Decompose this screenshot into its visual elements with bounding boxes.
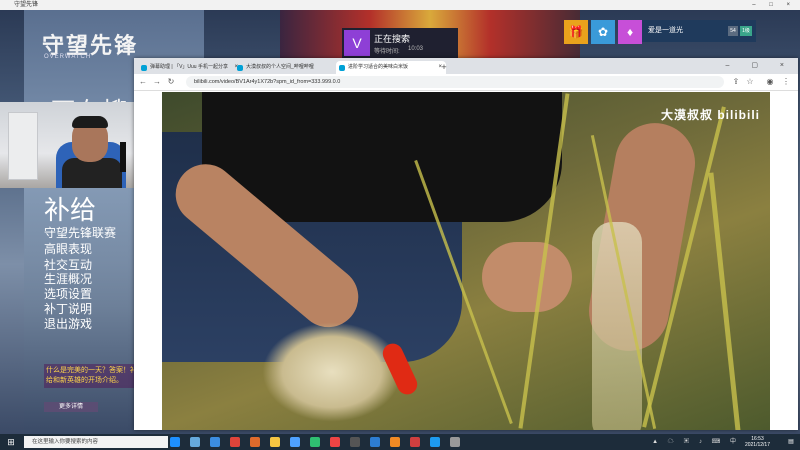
- bilibili-watermark: 大漠叔叔 bilibili: [661, 108, 760, 122]
- tab-label: 进阶学习适合的美味白米饭: [348, 64, 409, 70]
- matchmaking-wait-label: 等待时间:: [374, 49, 400, 55]
- stream-window-titlebar: 守望先锋 – □ ×: [0, 0, 800, 10]
- bookmark-star-icon[interactable]: ☆: [744, 76, 756, 88]
- taskbar-app-icon[interactable]: [370, 437, 380, 447]
- taskbar-app-icon[interactable]: [170, 437, 180, 447]
- taskbar: ⊞ 在这里输入你要搜索的内容 ▲ ☁ ▣ ♪ ⌨ 中 16:53 2021/12…: [0, 434, 800, 450]
- promo-text: 什么是完美的一天？答案！补给和新英雄的开场介绍。: [44, 364, 140, 388]
- party-rank-badge: 1级: [740, 26, 752, 36]
- taskbar-app-icon[interactable]: [270, 437, 280, 447]
- notification-icon[interactable]: ▤: [786, 437, 796, 447]
- taskbar-app-icon[interactable]: [390, 437, 400, 447]
- new-tab-button[interactable]: +: [438, 61, 450, 73]
- taskbar-app-icon[interactable]: [210, 437, 220, 447]
- address-bar[interactable]: bilibili.com/video/BV1Ar4y1X72b?spm_id_f…: [186, 76, 724, 88]
- browser-toolbar: ← → ↻ bilibili.com/video/BV1Ar4y1X72b?sp…: [134, 74, 798, 91]
- stream-window-controls[interactable]: – □ ×: [738, 0, 796, 10]
- social-button[interactable]: ✿: [591, 20, 615, 44]
- taskbar-app-icon[interactable]: [190, 437, 200, 447]
- reload-icon[interactable]: ↻: [166, 76, 176, 88]
- share-icon[interactable]: ⇪: [730, 76, 742, 88]
- browser-window-controls[interactable]: – ▢ ×: [726, 58, 794, 74]
- gift-icon: 🎁: [568, 25, 584, 39]
- clock[interactable]: 16:53 2021/12/17: [745, 436, 770, 448]
- bilibili-favicon-icon: [339, 65, 345, 71]
- taskbar-app-icon[interactable]: [430, 437, 440, 447]
- promo-more-button[interactable]: 更多详情: [44, 402, 98, 412]
- profile-avatar-icon[interactable]: ◉: [764, 76, 776, 88]
- browser-tab[interactable]: 大漠叔叔的个人空间_哔哩哔哩×: [234, 61, 346, 74]
- menu-heading[interactable]: 补给: [44, 190, 96, 227]
- browser-window: 弹幕助理 | 「V」Uuu 手机一起分享× 大漠叔叔的个人空间_哔哩哔哩× 进阶…: [134, 58, 798, 430]
- menu-item-exit[interactable]: 退出游戏: [44, 315, 92, 332]
- menu-item-highlights[interactable]: 高眼表现: [44, 240, 92, 257]
- taskbar-app-icon[interactable]: [350, 437, 360, 447]
- matchmaking-wait-value: 10:03: [408, 46, 424, 52]
- overwatch-icon: V: [344, 30, 370, 56]
- bilibili-favicon-icon: [141, 65, 147, 71]
- taskbar-app-icon[interactable]: [310, 437, 320, 447]
- party-player-name: 爱是一道光: [648, 27, 683, 34]
- menu-dots-icon[interactable]: ⋮: [780, 76, 792, 88]
- game-logo-subtitle: OVERWATCH: [44, 54, 92, 60]
- taskbar-app-icon[interactable]: [330, 437, 340, 447]
- profile-icon: ♦: [626, 25, 634, 39]
- lootbox-button[interactable]: 🎁: [564, 20, 588, 44]
- taskbar-app-icon[interactable]: [250, 437, 260, 447]
- forward-icon[interactable]: →: [152, 76, 162, 88]
- video-player[interactable]: 大漠叔叔 bilibili: [162, 92, 770, 430]
- party-card[interactable]: 爱是一道光 54 1级: [642, 20, 756, 42]
- menu-item-league[interactable]: 守望先锋联赛: [44, 224, 116, 241]
- taskbar-app-icon[interactable]: [410, 437, 420, 447]
- taskbar-app-icon[interactable]: [290, 437, 300, 447]
- tab-strip: 弹幕助理 | 「V」Uuu 手机一起分享× 大漠叔叔的个人空间_哔哩哔哩× 进阶…: [134, 58, 798, 74]
- taskbar-search-input[interactable]: 在这里输入你要搜索的内容: [24, 436, 168, 448]
- browser-tab-active[interactable]: 进阶学习适合的美味白米饭 ×: [336, 61, 446, 74]
- back-icon[interactable]: ←: [138, 76, 148, 88]
- social-icon: ✿: [597, 25, 609, 39]
- matchmaking-title: 正在搜索: [374, 34, 411, 44]
- webcam-feed: [0, 102, 152, 188]
- system-tray[interactable]: ▲ ☁ ▣ ♪ ⌨ 中: [652, 434, 740, 450]
- profile-button[interactable]: ♦: [618, 20, 642, 44]
- matchmaking-card[interactable]: V 正在搜索 等待时间: 10:03: [342, 28, 458, 58]
- taskbar-app-icon[interactable]: [230, 437, 240, 447]
- bilibili-favicon-icon: [237, 65, 243, 71]
- stream-window-title: 守望先锋: [14, 2, 39, 8]
- tab-label: 大漠叔叔的个人空间_哔哩哔哩: [246, 64, 314, 70]
- start-button[interactable]: ⊞: [0, 434, 22, 450]
- browser-tab[interactable]: 弹幕助理 | 「V」Uuu 手机一起分享×: [138, 61, 242, 74]
- tab-label: 弹幕助理 | 「V」Uuu 手机一起分享: [150, 64, 228, 70]
- clock-date: 2021/12/17: [744, 442, 770, 448]
- party-level-badge: 54: [728, 26, 738, 36]
- taskbar-app-icon[interactable]: [450, 437, 460, 447]
